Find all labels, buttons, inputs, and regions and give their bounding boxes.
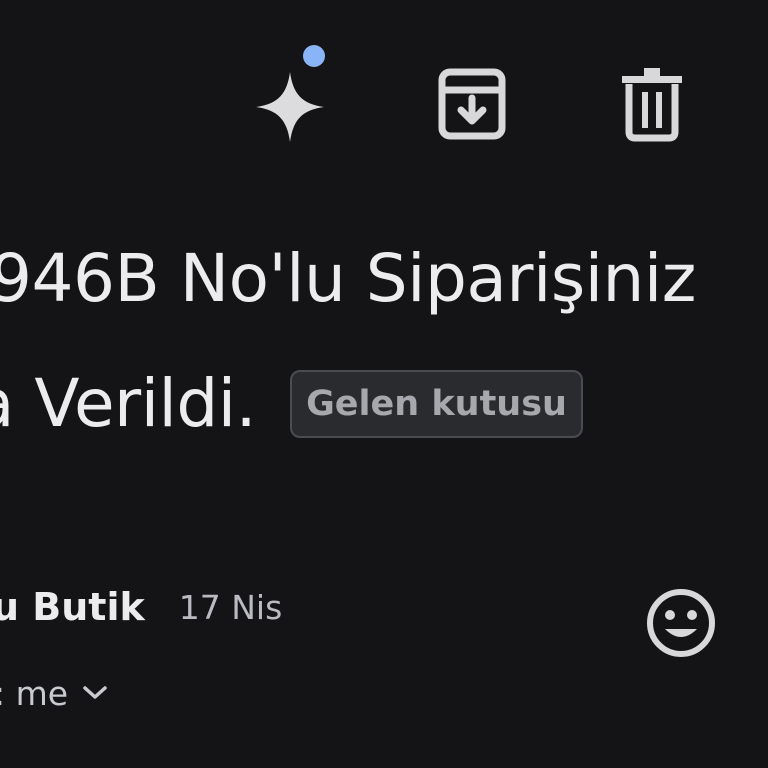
sparkle-icon: [256, 45, 325, 142]
trash-icon: [622, 68, 682, 142]
delete-button[interactable]: [610, 58, 694, 150]
sender-row: u Butik 17 Nis: [0, 582, 282, 632]
archive-icon: [438, 68, 506, 140]
sent-date: 17 Nis: [178, 587, 283, 627]
inbox-label-chip[interactable]: Gelen kutusu: [290, 370, 583, 438]
smiley-icon: [647, 589, 715, 657]
email-subject-line-2: a Verildi.: [0, 365, 257, 442]
notification-dot: [303, 45, 325, 67]
email-subject-line-1: 946B No'lu Siparişiniz: [0, 240, 696, 317]
archive-button[interactable]: [426, 58, 518, 150]
ai-assist-button[interactable]: [250, 40, 334, 144]
recipient-text: : me: [0, 673, 69, 713]
email-subject-line-2-row: a Verildi. Gelen kutusu: [0, 364, 583, 444]
recipient-details-toggle[interactable]: : me: [0, 670, 108, 716]
sender-name[interactable]: u Butik: [0, 585, 145, 629]
chevron-down-icon: [82, 685, 108, 701]
email-view: 946B No'lu Siparişiniz a Verildi. Gelen …: [0, 0, 768, 768]
add-reaction-button[interactable]: [640, 582, 722, 664]
